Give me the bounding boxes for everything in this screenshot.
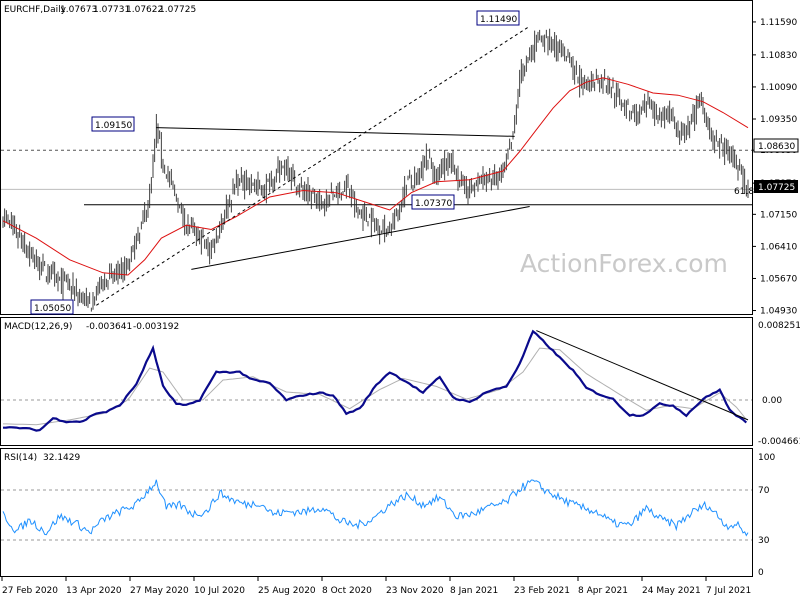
annotation-low-label: 1.05050 <box>34 304 71 314</box>
annotation-high-label: 1.11490 <box>480 15 517 25</box>
x-tick-label: 24 May 2021 <box>642 586 701 596</box>
price-tick-label: 1.09350 <box>760 115 797 125</box>
macd-signal-value: -0.003192 <box>133 322 179 332</box>
current-price-tag: 1.07725 <box>754 180 798 193</box>
rsi-tick-100: 100 <box>758 453 775 463</box>
annotation-low: 1.05050 <box>30 299 74 315</box>
x-tick-label: 8 Apr 2021 <box>578 586 628 596</box>
fib-label: 61.8 <box>734 187 754 197</box>
ohlc-close: 1.07725 <box>159 5 196 15</box>
macd-tick-zero: 0.00 <box>762 396 782 406</box>
ohlc-open: 1.07673 <box>60 5 97 15</box>
rsi-header: RSI(14) 32.1429 <box>4 453 80 463</box>
price-tick-label: 1.10830 <box>760 51 797 61</box>
level-tag-label: 1.08630 <box>758 142 795 152</box>
macd-value: -0.003641 <box>86 322 132 332</box>
macd-tick-bottom: -0.004661 <box>758 437 800 447</box>
rsi-tick-0: 0 <box>758 568 764 578</box>
annotation-mid-low-label: 1.07370 <box>415 199 452 209</box>
price-tick-label: 1.10090 <box>760 83 797 93</box>
rsi-value: 32.1429 <box>43 453 80 463</box>
rsi-title: RSI(14) <box>4 453 37 463</box>
ohlc-high: 1.07731 <box>93 5 130 15</box>
x-tick-label: 23 Nov 2020 <box>386 586 444 596</box>
price-tick-label: 1.07150 <box>760 210 797 220</box>
price-header: EURCHF,Daily 1.07673 1.07731 1.07622 1.0… <box>4 5 196 15</box>
x-tick-label: 27 Feb 2020 <box>2 586 58 596</box>
x-tick-label: 27 May 2020 <box>130 586 189 596</box>
rsi-tick-70: 70 <box>758 486 770 496</box>
macd-title: MACD(12,26,9) <box>4 322 72 332</box>
annotation-left-high: 1.09150 <box>91 116 135 132</box>
x-tick-label: 23 Feb 2021 <box>514 586 570 596</box>
ohlc-low: 1.07622 <box>126 5 163 15</box>
current-price-label: 1.07725 <box>758 183 795 193</box>
x-tick-label: 8 Oct 2020 <box>322 586 372 596</box>
price-tick-label: 1.11590 <box>760 18 797 28</box>
x-tick-label: 25 Aug 2020 <box>258 586 316 596</box>
annotation-high: 1.11490 <box>476 10 520 26</box>
x-tick-label: 13 Apr 2020 <box>66 586 122 596</box>
annotation-mid-low: 1.07370 <box>411 194 455 210</box>
price-tick-label: 1.04930 <box>760 307 797 317</box>
rsi-tick-30: 30 <box>758 536 770 546</box>
x-tick-label: 7 Jul 2021 <box>706 586 751 596</box>
price-tick-label: 1.06410 <box>760 242 797 252</box>
macd-header: MACD(12,26,9) -0.003641 -0.003192 <box>4 322 179 332</box>
x-tick-label: 8 Jan 2021 <box>450 586 498 596</box>
annotation-left-high-label: 1.09150 <box>95 121 132 131</box>
symbol-label: EURCHF,Daily <box>4 5 67 15</box>
price-tick-label: 1.05670 <box>760 274 797 284</box>
macd-tick-top: 0.008251 <box>758 321 800 331</box>
eurchf-chart: ActionForex.com 1.11490 1.09150 1.07370 … <box>0 0 800 600</box>
x-tick-label: 10 Jul 2020 <box>194 586 245 596</box>
watermark: ActionForex.com <box>520 249 728 278</box>
level-tag: 1.08630 <box>753 138 799 153</box>
